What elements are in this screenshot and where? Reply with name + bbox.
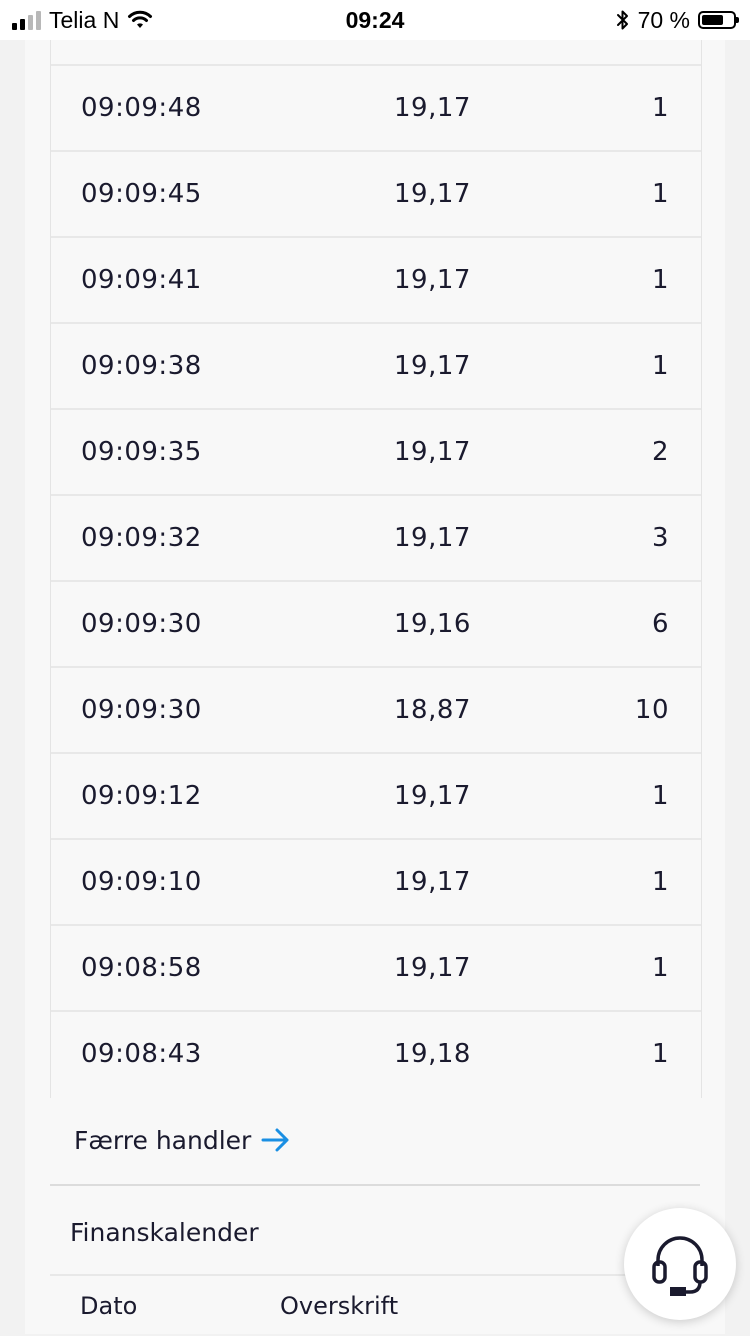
trade-row: 09:09:10 19,17 1 — [51, 840, 701, 926]
trade-volume: 1 — [651, 781, 669, 811]
status-bar: Telia N 09:24 70 % — [0, 0, 750, 40]
trade-row: 09:09:32 19,17 3 — [51, 496, 701, 582]
trade-price: 19,16 — [394, 609, 471, 639]
trade-row: 09:09:45 19,17 1 — [51, 152, 701, 238]
fewer-trades-link[interactable]: Færre handler — [74, 1118, 291, 1162]
trade-volume: 3 — [651, 523, 669, 553]
trade-row: 09:09:48 19,17 1 — [51, 66, 701, 152]
bluetooth-icon — [616, 10, 628, 30]
trade-volume: 1 — [651, 1039, 669, 1069]
trade-row: 09:09:12 19,17 1 — [51, 754, 701, 840]
trade-price: 19,17 — [394, 93, 471, 123]
trade-price: 19,17 — [394, 265, 471, 295]
trade-row: 09:08:58 19,17 1 — [51, 926, 701, 1012]
trade-time: 09:09:30 — [81, 695, 202, 725]
trade-volume: 1 — [651, 867, 669, 897]
column-header-date: Dato — [80, 1292, 138, 1320]
trade-volume: 1 — [651, 953, 669, 983]
trade-time: 09:08:58 — [81, 953, 202, 983]
table-top-edge — [51, 40, 701, 66]
status-right: 70 % — [616, 6, 739, 34]
battery-level — [702, 15, 723, 25]
trades-table: 09:09:48 19,17 1 09:09:45 19,17 1 09:09:41 19,1… — [50, 40, 702, 1098]
customer-support-button[interactable] — [624, 1208, 736, 1320]
trade-row: 09:09:41 19,17 1 — [51, 238, 701, 324]
trade-price: 19,17 — [394, 953, 471, 983]
trade-time: 09:09:35 — [81, 437, 202, 467]
trade-price: 19,17 — [394, 179, 471, 209]
finance-calendar-title: Finanskalender — [70, 1218, 259, 1247]
trade-time: 09:08:43 — [81, 1039, 202, 1069]
finance-calendar-header: Dato Overskrift — [50, 1274, 700, 1336]
battery-icon — [698, 11, 739, 29]
trade-row: 09:09:30 19,16 6 — [51, 582, 701, 668]
trade-time: 09:09:32 — [81, 523, 202, 553]
trade-price: 19,17 — [394, 351, 471, 381]
page-content: 09:09:48 19,17 1 09:09:45 19,17 1 09:09:41 19,1… — [0, 40, 750, 1334]
trade-time: 09:09:41 — [81, 265, 202, 295]
headset-icon — [652, 1236, 708, 1296]
trade-volume: 1 — [651, 265, 669, 295]
trade-row: 09:09:38 19,17 1 — [51, 324, 701, 410]
trade-price: 19,17 — [394, 523, 471, 553]
column-header-heading: Overskrift — [280, 1292, 399, 1320]
trade-row: 09:09:30 18,87 10 — [51, 668, 701, 754]
trade-volume: 1 — [651, 351, 669, 381]
trade-time: 09:09:38 — [81, 351, 202, 381]
arrow-right-icon — [261, 1128, 289, 1152]
trade-price: 19,18 — [394, 1039, 471, 1069]
trade-time: 09:09:10 — [81, 867, 202, 897]
trade-price: 19,17 — [394, 867, 471, 897]
trade-price: 19,17 — [394, 437, 471, 467]
trade-time: 09:09:30 — [81, 609, 202, 639]
battery-percent: 70 % — [637, 6, 690, 33]
trade-volume: 1 — [651, 179, 669, 209]
section-divider — [50, 1184, 700, 1186]
trade-time: 09:09:45 — [81, 179, 202, 209]
trade-volume: 10 — [634, 695, 669, 725]
trade-time: 09:09:12 — [81, 781, 202, 811]
trade-row: 09:08:43 19,18 1 — [51, 1012, 701, 1098]
trade-price: 18,87 — [394, 695, 471, 725]
fewer-trades-label: Færre handler — [74, 1125, 252, 1155]
trade-volume: 6 — [651, 609, 669, 639]
trade-volume: 2 — [651, 437, 669, 467]
trade-row: 09:09:35 19,17 2 — [51, 410, 701, 496]
trade-price: 19,17 — [394, 781, 471, 811]
trade-time: 09:09:48 — [81, 93, 202, 123]
trade-volume: 1 — [651, 93, 669, 123]
